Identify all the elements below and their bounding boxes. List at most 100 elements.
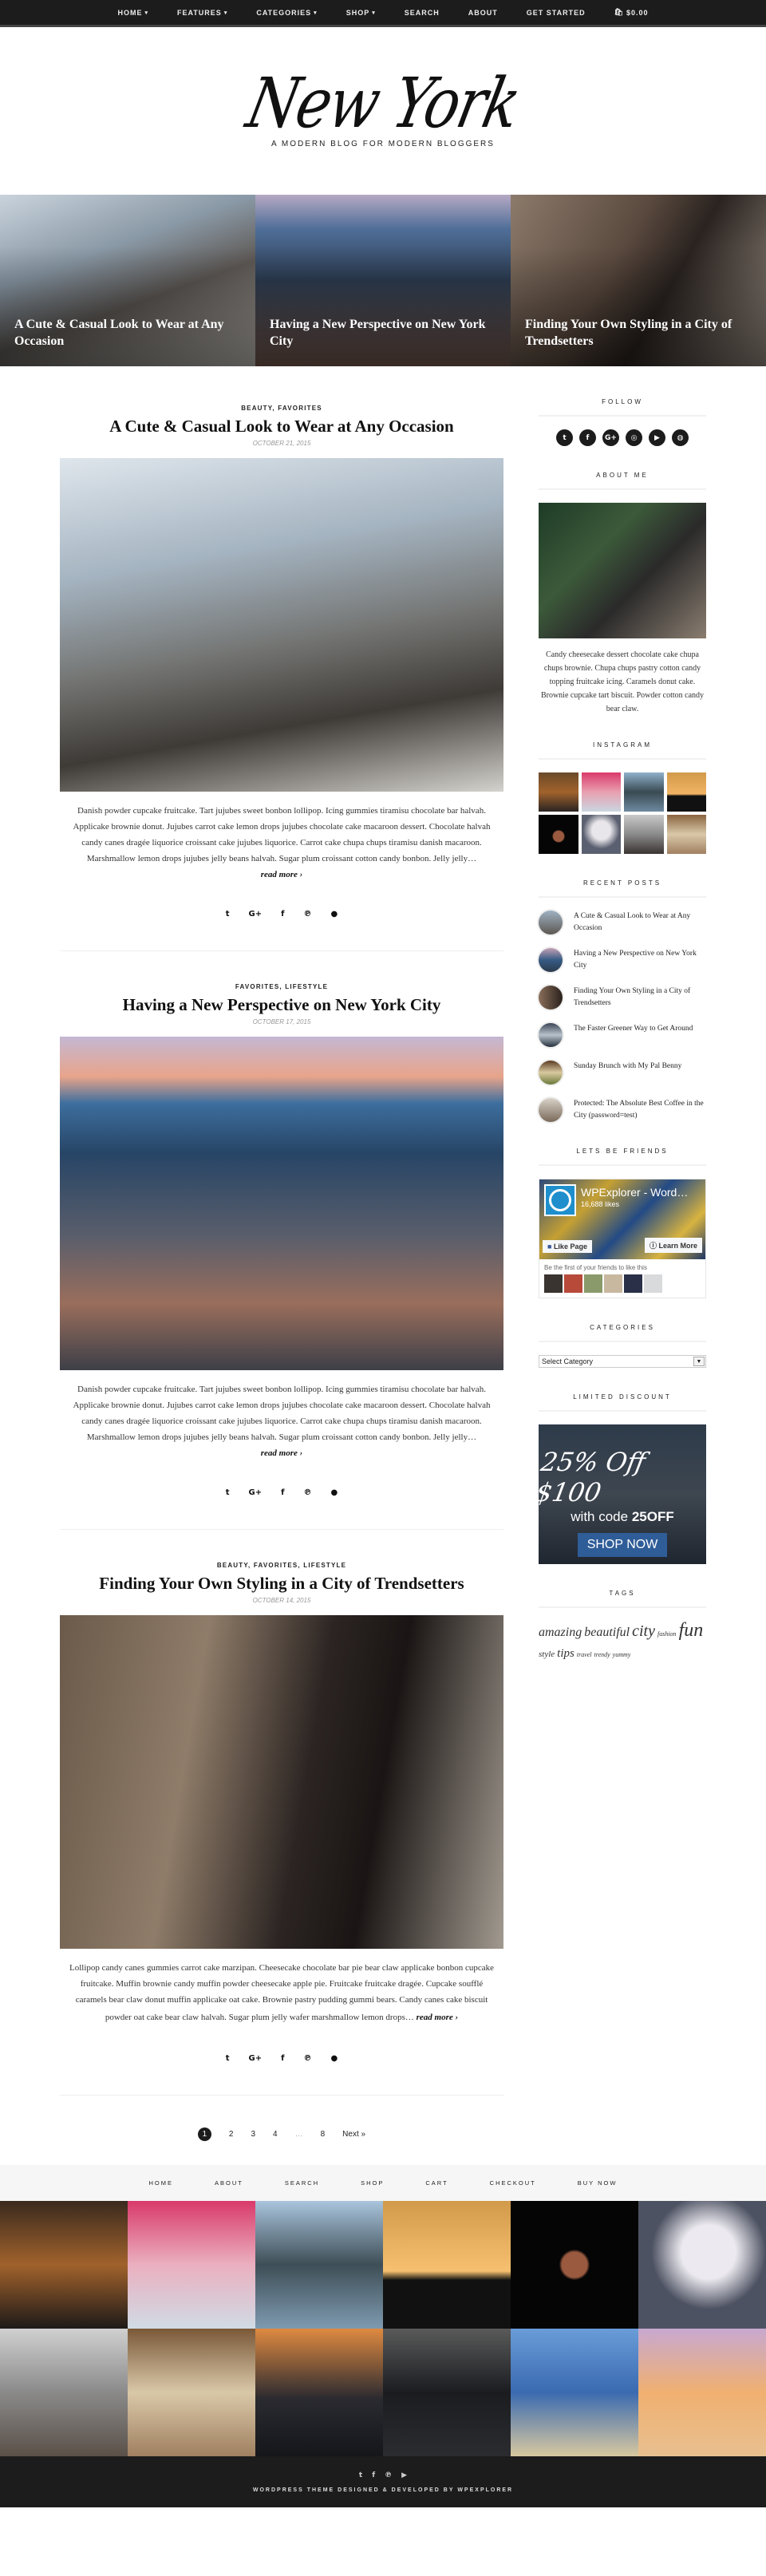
facebook-icon[interactable]: f	[281, 910, 284, 919]
facebook-page-name[interactable]: WPExplorer - Word…	[581, 1186, 688, 1199]
post-image[interactable]	[60, 1615, 503, 1949]
post-categories[interactable]: BEAUTY, FAVORITES	[60, 405, 503, 412]
facebook-icon[interactable]: f	[372, 2471, 375, 2479]
learn-more-button[interactable]: ⓘ Learn More	[644, 1238, 702, 1253]
instagram-photo[interactable]	[581, 815, 621, 854]
footer-nav-search[interactable]: SEARCH	[264, 2179, 340, 2187]
featured-post[interactable]: Having a New Perspective on New York Cit…	[255, 195, 511, 366]
twitter-icon[interactable]: t	[226, 2054, 230, 2063]
tag-link[interactable]: travel	[577, 1651, 592, 1658]
footer-nav-shop[interactable]: SHOP	[340, 2179, 405, 2187]
tag-link[interactable]: yummy	[613, 1651, 631, 1658]
footer-nav-about[interactable]: ABOUT	[194, 2179, 264, 2187]
recent-post-item[interactable]: Finding Your Own Styling in a City of Tr…	[539, 986, 706, 1009]
pinterest-icon[interactable]: ℗	[304, 2054, 312, 2063]
tag-link[interactable]: style	[539, 1650, 555, 1659]
avatar[interactable]	[604, 1274, 622, 1293]
instagram-photo[interactable]	[128, 2329, 255, 2456]
like-page-button[interactable]: ■ Like Page	[543, 1240, 592, 1253]
instagram-photo[interactable]	[638, 2201, 766, 2329]
instagram-icon[interactable]: ◎	[626, 429, 642, 446]
recent-post-item[interactable]: A Cute & Casual Look to Wear at Any Occa…	[539, 911, 706, 934]
footer-nav-buy-now[interactable]: BUY NOW	[557, 2179, 638, 2187]
instagram-photo[interactable]	[383, 2329, 511, 2456]
avatar[interactable]	[624, 1274, 642, 1293]
youtube-icon[interactable]: ▶	[401, 2471, 407, 2479]
tag-link[interactable]: beautiful	[584, 1626, 630, 1639]
instagram-photo[interactable]	[624, 772, 664, 812]
page-3[interactable]: 3	[251, 2130, 255, 2139]
post-categories[interactable]: FAVORITES, LIFESTYLE	[60, 983, 503, 990]
instagram-photo[interactable]	[581, 772, 621, 812]
recent-post-item[interactable]: Protected: The Absolute Best Coffee in t…	[539, 1098, 706, 1122]
site-logo[interactable]: New York	[240, 62, 526, 143]
footer-nav-checkout[interactable]: CHECKOUT	[469, 2179, 557, 2187]
google-plus-icon[interactable]: G+	[249, 910, 263, 919]
tag-link[interactable]: city	[632, 1622, 655, 1640]
pinterest-icon[interactable]: ℗	[304, 1488, 312, 1497]
page-2[interactable]: 2	[229, 2130, 234, 2139]
nav-cart[interactable]: 🛍︎ $0.00	[600, 8, 663, 17]
nav-about[interactable]: ABOUT	[454, 9, 512, 17]
discount-banner[interactable]: 25% Off $100 with code 25OFF SHOP NOW	[533, 1424, 706, 1564]
pinterest-icon[interactable]: ℗	[304, 910, 312, 919]
comment-icon[interactable]: ●	[331, 2054, 338, 2063]
twitter-icon[interactable]: t	[226, 1488, 230, 1497]
page-8[interactable]: 8	[321, 2130, 326, 2139]
tag-link[interactable]: trendy	[594, 1651, 610, 1658]
twitter-icon[interactable]: t	[359, 2471, 362, 2479]
nav-search[interactable]: SEARCH	[390, 9, 454, 17]
tag-link[interactable]: amazing	[539, 1626, 582, 1639]
twitter-icon[interactable]: t	[226, 910, 230, 919]
youtube-icon[interactable]: ▶	[649, 429, 665, 446]
instagram-photo[interactable]	[128, 2201, 255, 2329]
read-more-link[interactable]: read more ›	[261, 1448, 303, 1458]
google-plus-icon[interactable]: G+	[602, 429, 619, 446]
footer-nav-home[interactable]: HOME	[128, 2179, 195, 2187]
pinterest-icon[interactable]: ℗	[385, 2471, 392, 2479]
page-1[interactable]: 1	[197, 2128, 211, 2141]
instagram-photo[interactable]	[666, 815, 706, 854]
post-image[interactable]	[60, 458, 503, 792]
twitter-icon[interactable]: t	[556, 429, 573, 446]
recent-post-item[interactable]: Sunday Brunch with My Pal Benny	[539, 1061, 706, 1085]
instagram-photo[interactable]	[255, 2201, 383, 2329]
instagram-photo[interactable]	[539, 772, 578, 812]
facebook-icon[interactable]: f	[281, 2054, 284, 2063]
nav-categories[interactable]: CATEGORIES ▾	[242, 9, 331, 17]
instagram-photo[interactable]	[0, 2329, 128, 2456]
featured-post-title[interactable]: A Cute & Casual Look to Wear at Any Occa…	[14, 316, 241, 350]
instagram-photo[interactable]	[624, 815, 664, 854]
tag-link[interactable]: tips	[557, 1647, 574, 1660]
comment-icon[interactable]: ●	[331, 910, 338, 919]
nav-get-started[interactable]: GET STARTED	[512, 9, 600, 17]
dribbble-icon[interactable]: ◍	[672, 429, 689, 446]
avatar[interactable]	[584, 1274, 602, 1293]
instagram-photo[interactable]	[511, 2329, 638, 2456]
post-image[interactable]	[60, 1037, 503, 1370]
instagram-photo[interactable]	[511, 2201, 638, 2329]
instagram-photo[interactable]	[255, 2329, 383, 2456]
recent-post-item[interactable]: The Faster Greener Way to Get Around	[539, 1023, 706, 1047]
featured-post[interactable]: Finding Your Own Styling in a City of Tr…	[511, 195, 766, 366]
featured-post-title[interactable]: Having a New Perspective on New York Cit…	[270, 316, 496, 350]
category-select[interactable]: Select Category ▼	[539, 1355, 706, 1368]
nav-features[interactable]: FEATURES ▾	[163, 9, 242, 17]
read-more-link[interactable]: read more ›	[261, 870, 303, 879]
instagram-photo[interactable]	[638, 2329, 766, 2456]
next-page-link[interactable]: Next »	[342, 2130, 365, 2139]
post-title[interactable]: Having a New Perspective on New York Cit…	[60, 995, 503, 1015]
avatar[interactable]	[644, 1274, 662, 1293]
footer-nav-cart[interactable]: CART	[405, 2179, 468, 2187]
instagram-photo[interactable]	[539, 815, 578, 854]
avatar[interactable]	[544, 1274, 563, 1293]
facebook-icon[interactable]: f	[579, 429, 596, 446]
tag-link[interactable]: fashion	[657, 1630, 677, 1638]
google-plus-icon[interactable]: G+	[249, 1488, 263, 1497]
post-title[interactable]: A Cute & Casual Look to Wear at Any Occa…	[60, 417, 503, 437]
post-title[interactable]: Finding Your Own Styling in a City of Tr…	[60, 1574, 503, 1594]
instagram-photo[interactable]	[666, 772, 706, 812]
read-more-link[interactable]: read more ›	[417, 2009, 459, 2025]
wpexplorer-logo[interactable]	[544, 1184, 576, 1216]
post-categories[interactable]: BEAUTY, FAVORITES, LIFESTYLE	[60, 1562, 503, 1569]
